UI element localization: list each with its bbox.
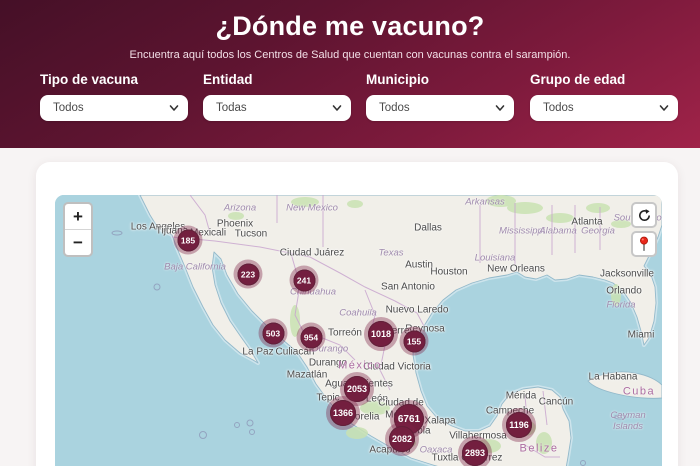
filter-label-grupo: Grupo de edad [530, 72, 626, 87]
municipio-select[interactable]: Todos [366, 95, 514, 121]
select-wrapper: Todos [40, 95, 188, 121]
page: ¿Dónde me vacuno? Encuentra aquí todos l… [0, 0, 700, 466]
cluster-count: 241 [293, 269, 315, 291]
zoom-control: + − [63, 202, 93, 257]
locate-pin-button[interactable] [631, 231, 657, 257]
filter-municipio: Municipio Todos [366, 72, 514, 121]
cluster-count: 1196 [506, 412, 532, 438]
basemap-tiles [55, 195, 662, 466]
cluster-marker[interactable]: 223 [233, 259, 263, 289]
cluster-count: 155 [403, 330, 425, 352]
cluster-marker[interactable]: 185 [173, 225, 203, 255]
cluster-count: 2893 [462, 440, 488, 466]
entidad-select[interactable]: Todas [203, 95, 351, 121]
filter-label-municipio: Municipio [366, 72, 429, 87]
select-wrapper: Todos [530, 95, 678, 121]
refresh-icon [638, 208, 650, 221]
tipo-de-vacuna-select[interactable]: Todos [40, 95, 188, 121]
zoom-out-button[interactable]: − [65, 230, 91, 255]
refresh-button[interactable] [631, 202, 657, 228]
cluster-marker[interactable]: 241 [289, 265, 319, 295]
cluster-count: 185 [177, 229, 199, 251]
cluster-count: 2082 [389, 426, 415, 452]
cluster-marker[interactable]: 1196 [502, 408, 536, 442]
filter-grupo-de-edad: Grupo de edad Todos [530, 72, 678, 121]
select-wrapper: Todas [203, 95, 351, 121]
location-pin-icon [640, 236, 648, 251]
cluster-marker[interactable]: 155 [399, 326, 429, 356]
cluster-count: 503 [262, 322, 284, 344]
cluster-marker[interactable]: 2082 [385, 422, 419, 456]
cluster-count: 1018 [368, 321, 394, 347]
filter-label-entidad: Entidad [203, 72, 253, 87]
page-subtitle: Encuentra aquí todos los Centros de Salu… [129, 49, 571, 61]
select-wrapper: Todos [366, 95, 514, 121]
header-band: ¿Dónde me vacuno? Encuentra aquí todos l… [0, 0, 700, 148]
page-title: ¿Dónde me vacuno? [215, 11, 485, 41]
cluster-count: 223 [237, 263, 259, 285]
filter-tipo-de-vacuna: Tipo de vacuna Todos [40, 72, 188, 121]
filter-entidad: Entidad Todas [203, 72, 351, 121]
cluster-count: 1366 [330, 400, 356, 426]
cluster-marker[interactable]: 2893 [458, 436, 492, 466]
filter-label-tipo: Tipo de vacuna [40, 72, 139, 87]
cluster-marker[interactable]: 1366 [326, 396, 360, 430]
zoom-in-button[interactable]: + [65, 204, 91, 230]
grupo-de-edad-select[interactable]: Todos [530, 95, 678, 121]
cluster-count: 954 [300, 326, 322, 348]
cluster-marker[interactable]: 1018 [364, 317, 398, 351]
cluster-marker[interactable]: 954 [296, 322, 326, 352]
map-canvas[interactable]: + − Los Angeles Phoenix Tucson Tijuana Mexic… [55, 195, 662, 466]
cluster-marker[interactable]: 503 [258, 318, 288, 348]
map-card: + − Los Angeles Phoenix Tucson Tijuana Mexic… [36, 162, 678, 466]
